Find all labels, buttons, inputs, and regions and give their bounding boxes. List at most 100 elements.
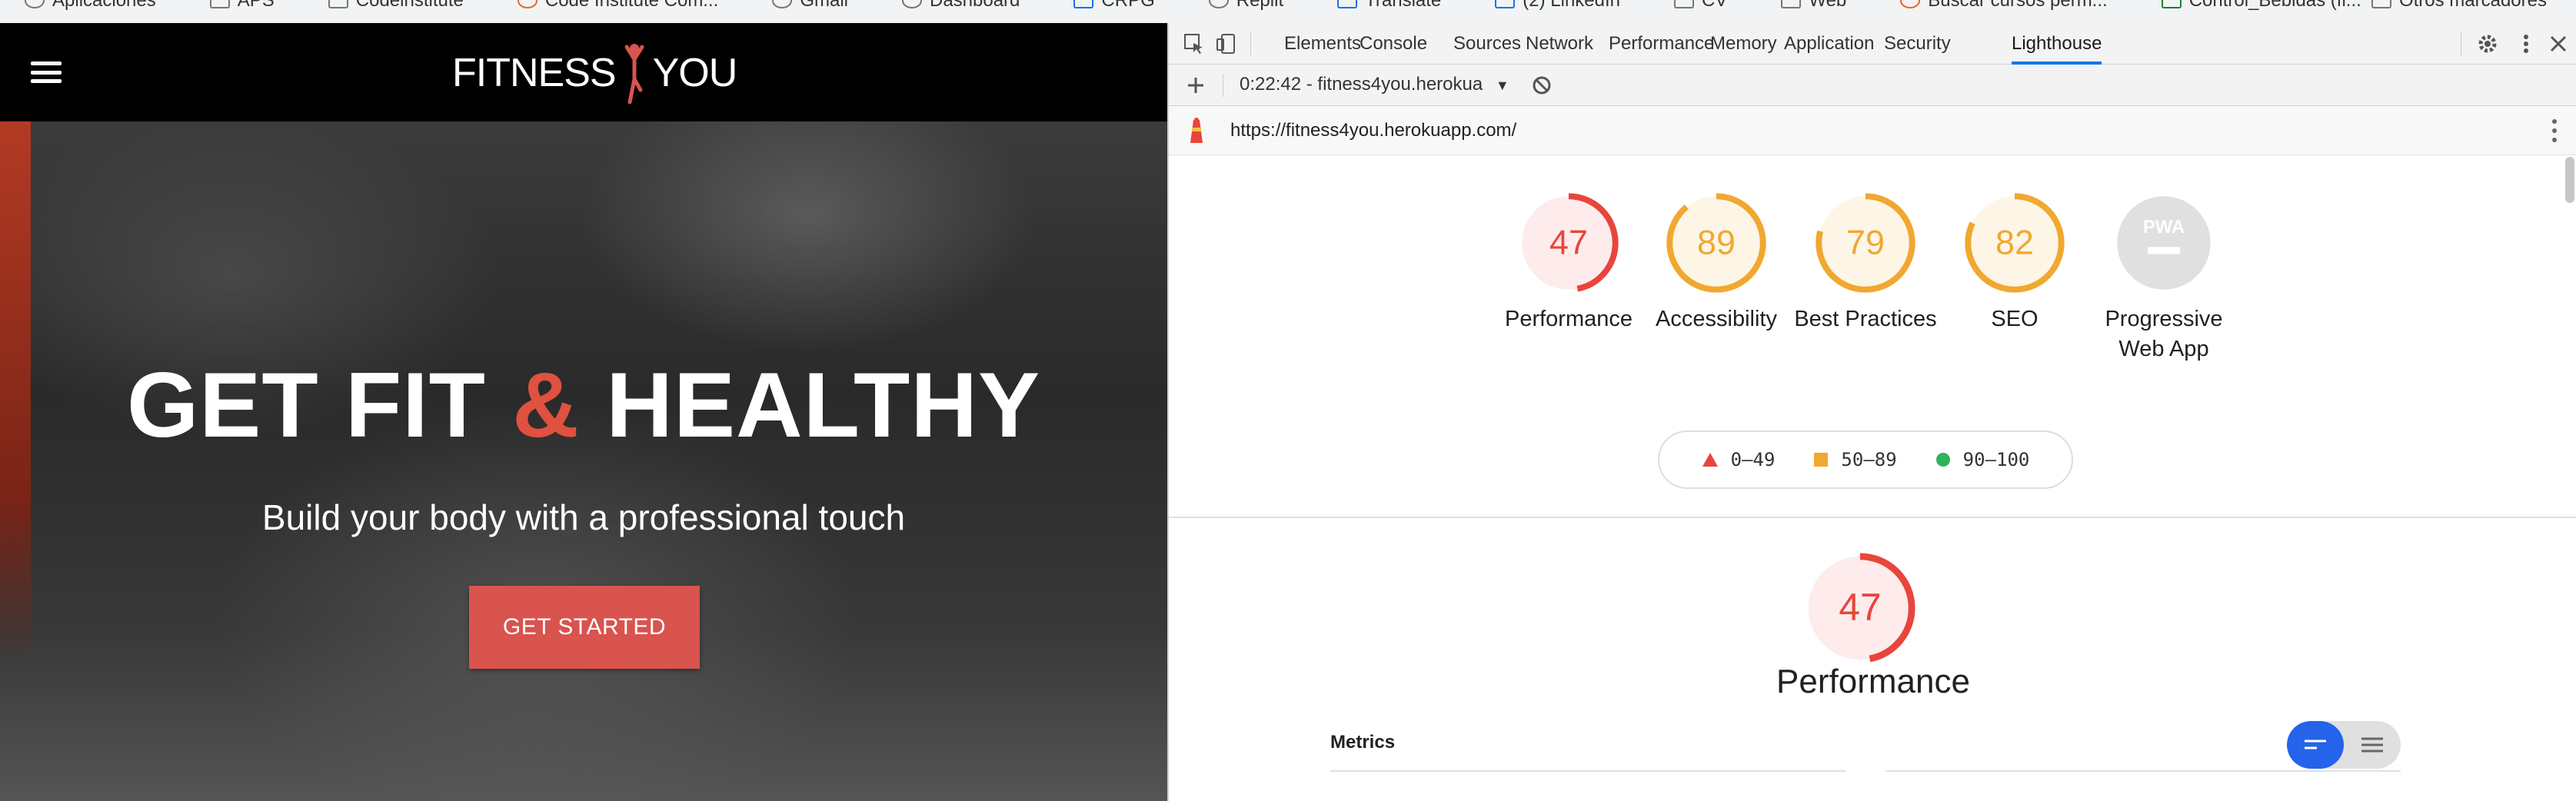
- folder-icon: [209, 0, 230, 8]
- tab-memory[interactable]: Memory: [1710, 23, 1777, 65]
- triangle-icon: [1702, 453, 1718, 467]
- bookmark-item[interactable]: Translate: [1313, 0, 1470, 11]
- score-best-practices[interactable]: 79 Best Practices: [1781, 192, 1950, 334]
- score-accessibility[interactable]: 89 Accessibility: [1632, 192, 1801, 334]
- score-performance-gauge-icon: 47: [1519, 193, 1619, 293]
- tab-performance[interactable]: Performance: [1609, 23, 1714, 65]
- score-progressive-web-app[interactable]: PWA Progressive Web App: [2079, 192, 2248, 364]
- bookmark-label: APS: [237, 0, 275, 11]
- performance-large-score-value: 47: [1839, 586, 1881, 629]
- hamburger-menu-icon[interactable]: [31, 61, 62, 83]
- search-site-icon: [1900, 0, 1921, 8]
- lighthouse-toolbar: 0:22:42 - fitness4you.herokua ▼: [1169, 65, 2576, 106]
- device-toolbar-icon[interactable]: [1215, 32, 1238, 55]
- tab-elements[interactable]: Elements: [1284, 23, 1361, 65]
- expanded-list-icon: [2361, 737, 2383, 753]
- score-performance-score-value: 47: [1549, 223, 1588, 262]
- legend-fail-label: 0–49: [1730, 449, 1776, 470]
- score-progressive-web-app-gauge-icon: PWA: [2117, 196, 2211, 290]
- score-accessibility-label: Accessibility: [1656, 307, 1777, 331]
- report-selector-label: 0:22:42 - fitness4you.herokua: [1240, 74, 1483, 95]
- circle-icon: [1935, 453, 1950, 467]
- score-seo[interactable]: 82 SEO: [1930, 192, 2099, 334]
- linkedin-icon: [1495, 0, 1516, 8]
- get-started-button[interactable]: GET STARTED: [469, 586, 700, 669]
- bookmark-item[interactable]: CRPG: [1049, 0, 1183, 11]
- legend-average: 50–89: [1813, 449, 1897, 470]
- more-options-icon[interactable]: [2514, 32, 2538, 55]
- tab-console[interactable]: Console: [1360, 23, 1427, 65]
- metrics-row-rules: [1330, 770, 2401, 772]
- logo-text-right: YOU: [652, 51, 738, 95]
- score-performance-label: Performance: [1504, 307, 1632, 331]
- bookmark-label: Translate: [1365, 0, 1442, 11]
- expanded-view-button[interactable]: [2344, 721, 2401, 769]
- score-seo-score-value: 82: [1995, 223, 2034, 262]
- bookmark-item[interactable]: Replit: [1184, 0, 1313, 11]
- bookmark-item[interactable]: Buscar cursos perm...: [1875, 0, 2136, 11]
- tab-security[interactable]: Security: [1884, 23, 1951, 65]
- bookmark-item[interactable]: Aplicaciones: [0, 0, 185, 11]
- website-viewport: FITNESS YOU GET FIT & HEALTHY Build your…: [0, 23, 1167, 801]
- tab-network[interactable]: Network: [1526, 23, 1593, 65]
- section-divider: [1169, 517, 2576, 518]
- close-devtools-icon[interactable]: [2547, 32, 2570, 55]
- metrics-view-toggle[interactable]: [2287, 721, 2401, 769]
- spreadsheet-icon: [2161, 0, 2182, 8]
- bookmark-item[interactable]: Gmail: [747, 0, 877, 11]
- tab-application[interactable]: Application: [1784, 23, 1874, 65]
- inspect-element-icon[interactable]: [1183, 32, 1206, 55]
- bookmark-label: (2) LinkedIn: [1523, 0, 1621, 11]
- bookmark-item[interactable]: APS: [185, 0, 304, 11]
- score-best-practices-score-value: 79: [1846, 223, 1885, 262]
- bookmark-item[interactable]: (2) LinkedIn: [1470, 0, 1649, 11]
- bookmark-label: CV: [1702, 0, 1728, 11]
- folder-icon: [328, 0, 348, 8]
- bookmark-label: Code Institute Com...: [544, 0, 719, 11]
- bookmark-item[interactable]: Dashboard: [877, 0, 1049, 11]
- bookmark-label: Replit: [1236, 0, 1284, 11]
- yoga-figure-icon: [624, 44, 644, 104]
- hero-title-part2: HEALTHY: [606, 354, 1041, 457]
- url-more-options-icon[interactable]: [2550, 117, 2559, 145]
- new-report-plus-icon[interactable]: [1184, 74, 1207, 97]
- bookmark-label: Gmail: [800, 0, 848, 11]
- bookmark-item[interactable]: CV: [1649, 0, 1756, 11]
- logo-text-left: FITNESS: [452, 51, 617, 95]
- site-header: FITNESS YOU: [0, 23, 1167, 121]
- score-accessibility-gauge-icon: 89: [1666, 193, 1766, 293]
- score-best-practices-label: Best Practices: [1794, 307, 1937, 331]
- bookmark-label: Dashboard: [929, 0, 1020, 11]
- score-seo-label: SEO: [1991, 307, 2039, 331]
- square-icon: [1814, 453, 1829, 467]
- legend-average-label: 50–89: [1841, 449, 1897, 470]
- bookmark-label: Otros marcadores: [2398, 0, 2547, 11]
- bookmark-label: CRPG: [1101, 0, 1155, 11]
- bookmarks-bar: Aplicaciones APS Codeinstitute Code Institu…: [0, 0, 2576, 23]
- bookmark-item[interactable]: Codeinstitute: [304, 0, 493, 11]
- pwa-badge-text: PWA: [2143, 217, 2185, 238]
- clear-block-icon[interactable]: [1530, 74, 1553, 97]
- settings-gear-icon[interactable]: [2476, 32, 2499, 55]
- site-logo[interactable]: FITNESS YOU: [452, 44, 738, 104]
- bookmark-label: Buscar cursos perm...: [1928, 0, 2108, 11]
- bookmark-item[interactable]: Code Institute Com...: [493, 0, 747, 11]
- folder-icon: [1781, 0, 1802, 8]
- devtools-panel: Elements Console Sources Network Performance…: [1167, 23, 2576, 801]
- report-selector[interactable]: 0:22:42 - fitness4you.herokua ▼: [1240, 74, 1509, 95]
- score-performance[interactable]: 47 Performance: [1484, 192, 1653, 334]
- pwa-dash-icon: [2147, 247, 2181, 254]
- other-bookmarks[interactable]: Otros marcadores: [2347, 0, 2576, 11]
- folder-icon: [1674, 0, 1695, 8]
- tab-sources[interactable]: Sources: [1453, 23, 1521, 65]
- report-scrollbar[interactable]: [2565, 157, 2574, 203]
- hero-subtitle: Build your body with a professional touc…: [261, 497, 906, 537]
- bookmark-item[interactable]: Web: [1756, 0, 1875, 11]
- compact-view-button[interactable]: [2287, 721, 2344, 769]
- score-progressive-web-app-gauge-bg: [2117, 196, 2211, 290]
- replit-icon: [1208, 0, 1229, 8]
- tab-lighthouse[interactable]: Lighthouse: [2012, 23, 2102, 65]
- report-url[interactable]: https://fitness4you.herokuapp.com/: [1230, 120, 1516, 141]
- score-accessibility-score-value: 89: [1697, 223, 1736, 262]
- performance-section-title: Performance: [1776, 663, 1970, 700]
